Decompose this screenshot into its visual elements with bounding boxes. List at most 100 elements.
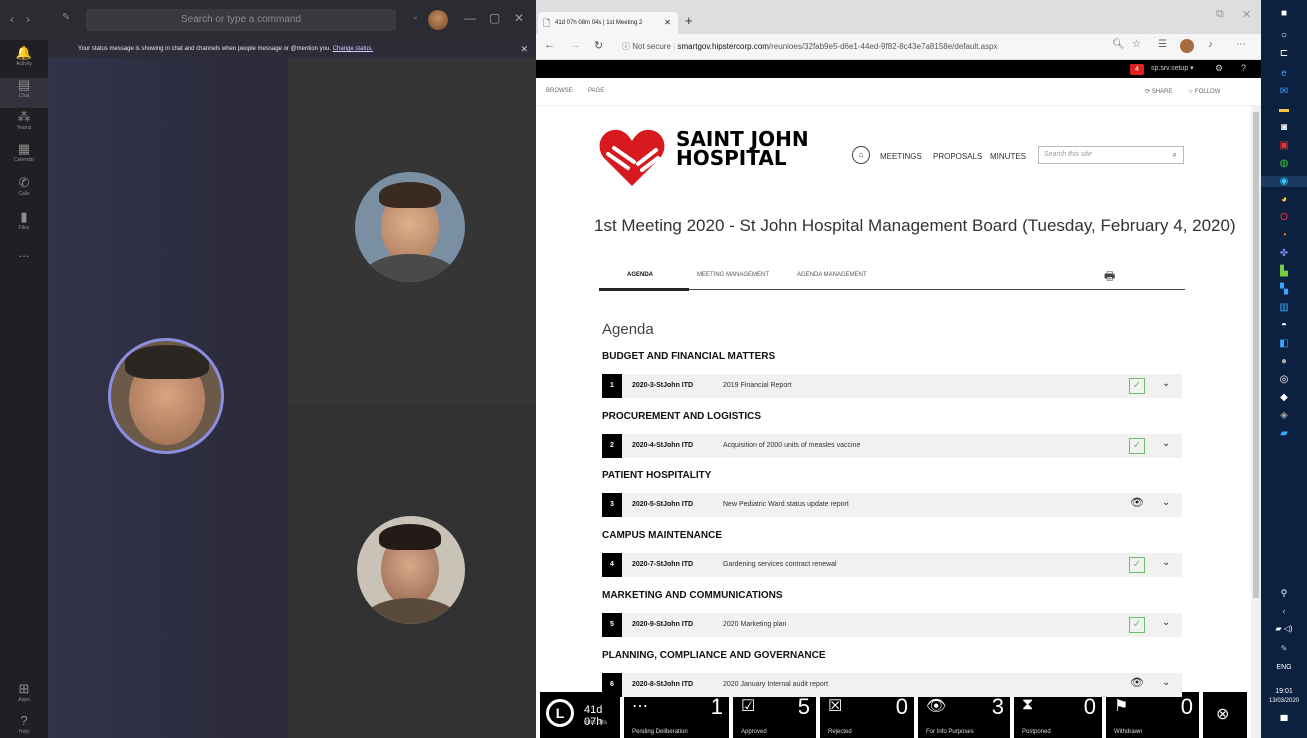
chevron-down-icon[interactable]: ⌄ bbox=[1162, 677, 1170, 688]
favorites-icon[interactable]: ☰ bbox=[1158, 39, 1167, 50]
item-description[interactable]: 2020 January Internal audit report bbox=[723, 681, 828, 688]
teams-icon[interactable]: ✤ bbox=[1261, 248, 1307, 259]
edge-legacy-icon[interactable]: e bbox=[1261, 68, 1307, 79]
app-icon[interactable]: ◎ bbox=[1261, 374, 1307, 385]
chevron-down-icon[interactable]: ⌄ bbox=[1162, 378, 1170, 389]
forward-arrow-icon[interactable]: › bbox=[26, 12, 30, 26]
hospital-logo[interactable] bbox=[598, 124, 666, 190]
item-description[interactable]: New Pediatric Ward status update report bbox=[723, 501, 849, 508]
app-icon[interactable]: ▣ bbox=[1261, 140, 1307, 151]
app-icon[interactable]: ▥ bbox=[1261, 302, 1307, 313]
close-icon[interactable]: ✕ bbox=[514, 11, 524, 25]
chevron-down-icon[interactable]: ⌄ bbox=[1162, 557, 1170, 568]
scrollbar-thumb[interactable] bbox=[1253, 112, 1259, 598]
chevron-left-icon[interactable]: ‹ bbox=[1261, 606, 1307, 616]
start-icon[interactable]: ■ bbox=[1261, 8, 1307, 19]
rail-item-activity[interactable]: 🔔 Activity bbox=[0, 46, 48, 68]
edge-icon[interactable]: ◉ bbox=[1261, 176, 1307, 187]
onedrive-icon[interactable]: ▚ bbox=[1261, 284, 1307, 295]
share-button[interactable]: ⟳ SHARE bbox=[1145, 88, 1172, 95]
close-meeting-button[interactable]: ⊗ bbox=[1203, 692, 1247, 738]
profile-avatar[interactable] bbox=[1180, 39, 1194, 53]
nav-proposals[interactable]: PROPOSALS bbox=[933, 152, 982, 161]
item-description[interactable]: Acquisition of 2000 units of measles vac… bbox=[723, 442, 860, 449]
close-icon[interactable]: ✕ bbox=[1242, 8, 1251, 21]
app-icon[interactable]: ▰ bbox=[1261, 428, 1307, 439]
notification-badge[interactable]: 4 bbox=[1130, 64, 1144, 75]
task-view-icon[interactable]: ⊏ bbox=[1261, 48, 1307, 59]
rail-item-files[interactable]: ▮ Files bbox=[0, 210, 48, 232]
agenda-item[interactable]: 4 2020-7-StJohn ITD Gardening services con… bbox=[602, 553, 1182, 577]
change-status-link[interactable]: Change status. bbox=[333, 46, 373, 52]
site-search-input[interactable]: Search this site ⌕ bbox=[1038, 146, 1184, 164]
participant-tile[interactable] bbox=[288, 403, 536, 738]
agenda-item[interactable]: 2 2020-4-StJohn ITD Acquisition of 2000 un… bbox=[602, 434, 1182, 458]
chevron-down-icon[interactable]: ⌄ bbox=[1162, 438, 1170, 449]
maximize-icon[interactable]: ▢ bbox=[489, 11, 500, 25]
rail-item-help[interactable]: ? Help bbox=[0, 714, 48, 736]
rail-item-apps[interactable]: ⊞ Apps bbox=[0, 682, 48, 704]
chevron-down-icon[interactable]: ⌄ bbox=[412, 12, 419, 21]
app-icon[interactable]: ● bbox=[1261, 356, 1307, 367]
refresh-icon[interactable]: ↻ bbox=[594, 39, 603, 52]
rail-item-calls[interactable]: ✆ Calls bbox=[0, 176, 48, 198]
notifications-icon[interactable]: ▀ bbox=[1261, 716, 1307, 727]
tab-agenda[interactable]: AGENDA bbox=[627, 272, 653, 278]
store-icon[interactable]: ◙ bbox=[1261, 122, 1307, 133]
status-counter[interactable]: ⋯ 1 Pending Deliberation bbox=[624, 692, 729, 738]
restore-icon[interactable]: ⧉ bbox=[1216, 8, 1224, 21]
gear-icon[interactable]: ⚙ bbox=[1215, 63, 1223, 74]
rail-item-calendar[interactable]: ▦ Calendar bbox=[0, 142, 48, 164]
minimize-icon[interactable]: — bbox=[464, 11, 476, 25]
ribbon-tab-browse[interactable]: BROWSE bbox=[546, 88, 573, 94]
participant-tile[interactable] bbox=[48, 58, 288, 738]
agenda-item[interactable]: 3 2020-5-StJohn ITD New Pediatric Ward sta… bbox=[602, 493, 1182, 517]
url-input[interactable]: ⓘ Not secure | smartgov.hipstercorp.com/… bbox=[622, 39, 1072, 55]
app-icon[interactable]: ▙ bbox=[1261, 266, 1307, 277]
home-icon[interactable]: ⌂ bbox=[852, 146, 870, 164]
browser-tab[interactable]: 🗋 41d 07h 08m 04s | 1st Meeting 2 ✕ bbox=[538, 12, 678, 34]
close-tab-icon[interactable]: ✕ bbox=[664, 12, 671, 34]
search-icon[interactable]: ○ bbox=[1261, 30, 1307, 41]
chevron-down-icon[interactable]: ⌄ bbox=[1162, 497, 1170, 508]
nav-meetings[interactable]: MEETINGS bbox=[880, 152, 922, 161]
favorite-star-icon[interactable]: ☆ bbox=[1132, 39, 1141, 50]
folder-icon[interactable]: ▬ bbox=[1261, 104, 1307, 115]
tab-meeting-management[interactable]: MEETING MANAGEMENT bbox=[697, 272, 769, 278]
rail-item-teams[interactable]: ⁂ Teams bbox=[0, 110, 48, 132]
ribbon-tab-page[interactable]: PAGE bbox=[588, 88, 604, 94]
item-description[interactable]: 2019 Financial Report bbox=[723, 382, 792, 389]
scrollbar[interactable] bbox=[1251, 106, 1261, 738]
zoom-icon[interactable]: 🔍︎ bbox=[1112, 39, 1125, 50]
search-icon[interactable]: ⌕ bbox=[1173, 147, 1177, 163]
app-icon[interactable]: ◧ bbox=[1261, 338, 1307, 349]
close-icon[interactable]: ✕ bbox=[520, 40, 528, 58]
app-icon[interactable]: ◈ bbox=[1261, 410, 1307, 421]
new-tab-icon[interactable]: + bbox=[685, 13, 693, 28]
agenda-item[interactable]: 1 2020-3-StJohn ITD 2019 Financial Report ✓… bbox=[602, 374, 1182, 398]
forward-arrow-icon[interactable]: → bbox=[570, 39, 581, 51]
app-icon[interactable]: ◓ bbox=[1261, 320, 1307, 331]
people-icon[interactable]: ⚲ bbox=[1261, 588, 1307, 599]
print-icon[interactable]: 🖶︎ bbox=[1104, 267, 1115, 288]
rail-item-more[interactable]: ... bbox=[0, 246, 48, 260]
language-indicator[interactable]: ENG bbox=[1261, 664, 1307, 671]
more-icon[interactable]: ⋯ bbox=[1236, 39, 1246, 50]
chevron-down-icon[interactable]: ⌄ bbox=[1162, 617, 1170, 628]
clock-time[interactable]: 19:01 bbox=[1261, 688, 1307, 695]
profile-avatar[interactable] bbox=[428, 10, 448, 30]
back-arrow-icon[interactable]: ← bbox=[544, 39, 555, 51]
whatsapp-icon[interactable]: ◍ bbox=[1261, 158, 1307, 169]
status-counter[interactable]: ☒ 0 Rejected bbox=[820, 692, 914, 738]
mail-icon[interactable]: ✉ bbox=[1261, 86, 1307, 97]
rail-item-chat[interactable]: ▤ Chat bbox=[0, 78, 48, 108]
status-counter[interactable]: ☑ 5 Approved bbox=[733, 692, 816, 738]
tab-agenda-management[interactable]: AGENDA MANAGEMENT bbox=[797, 272, 867, 278]
item-description[interactable]: Gardening services contract renewal bbox=[723, 561, 837, 568]
follow-button[interactable]: ☆ FOLLOW bbox=[1188, 88, 1220, 95]
clock-date[interactable]: 13/03/2020 bbox=[1261, 698, 1307, 704]
status-counter[interactable]: 👁︎ 3 For Info Purposes bbox=[918, 692, 1010, 738]
item-description[interactable]: 2020 Marketing plan bbox=[723, 621, 786, 628]
status-counter[interactable]: ⚑ 0 Withdrawn bbox=[1106, 692, 1199, 738]
opera-icon[interactable]: O bbox=[1261, 212, 1307, 223]
